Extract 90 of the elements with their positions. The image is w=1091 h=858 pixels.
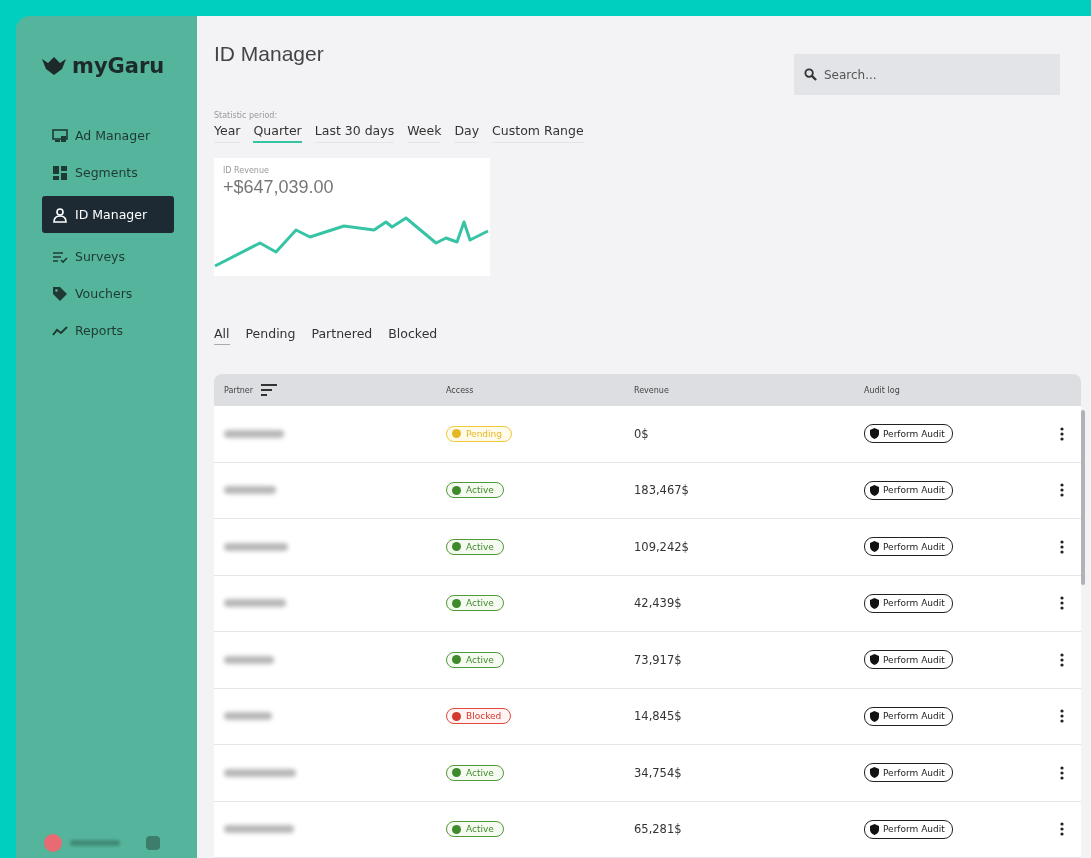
redacted-text (224, 486, 276, 495)
redacted-text (224, 825, 294, 834)
logo-icon (42, 57, 66, 75)
audit-button[interactable]: Perform Audit (864, 537, 953, 557)
more-icon[interactable] (1059, 709, 1064, 724)
period-tab[interactable]: Quarter (253, 123, 302, 143)
redacted-text (224, 712, 272, 721)
sort-icon[interactable] (261, 384, 278, 396)
more-icon[interactable] (1059, 426, 1064, 441)
period-tab[interactable]: Year (214, 123, 241, 143)
card-label: ID Revenue (223, 166, 270, 175)
status-badge: Active (446, 482, 504, 499)
monitor-icon (52, 127, 68, 144)
redacted-text (224, 655, 274, 664)
redacted-text (224, 768, 296, 777)
period-tab[interactable]: Day (454, 123, 480, 143)
redacted-text (224, 429, 284, 438)
status-icon (452, 824, 461, 834)
shield-icon (870, 541, 879, 553)
status-icon (452, 768, 461, 778)
column-header: Audit log (864, 385, 901, 395)
audit-button[interactable]: Perform Audit (864, 706, 953, 726)
status-badge: Active (446, 821, 504, 838)
sidebar-item[interactable]: Reports (42, 317, 174, 344)
scrollbar[interactable] (1081, 410, 1085, 585)
audit-button[interactable]: Perform Audit (864, 480, 953, 500)
period-tab[interactable]: Last 30 days (314, 123, 395, 143)
redacted-text (70, 840, 120, 846)
shield-icon (870, 597, 879, 609)
audit-button[interactable]: Perform Audit (864, 424, 953, 444)
more-icon[interactable] (1059, 596, 1064, 611)
status-badge: Active (446, 595, 504, 612)
user-icon (52, 206, 68, 223)
table-cell-text: 14,845$ (634, 709, 683, 724)
audit-button[interactable]: Perform Audit (864, 819, 953, 839)
status-badge: Blocked (446, 708, 512, 725)
more-icon[interactable] (1059, 539, 1064, 554)
period-tab[interactable]: Week (407, 123, 442, 143)
status-icon (452, 598, 461, 608)
shield-icon (870, 428, 879, 440)
grid-icon (52, 164, 68, 181)
table-cell-text: 34,754$ (634, 765, 683, 780)
more-icon[interactable] (1059, 652, 1064, 667)
period-label: Statistic period: (214, 111, 279, 120)
shield-icon (870, 767, 879, 779)
audit-button[interactable]: Perform Audit (864, 650, 953, 670)
table-cell-text: 109,242$ (634, 539, 690, 554)
sidebar-item[interactable]: ID Manager (42, 196, 174, 233)
column-header: Access (446, 385, 475, 395)
filter-tab[interactable]: Partnered (311, 326, 373, 345)
column-header: Revenue (634, 385, 670, 395)
shield-icon (870, 710, 879, 722)
status-icon (452, 485, 461, 495)
tag-icon (52, 285, 68, 302)
table-cell-text: 183,467$ (634, 483, 690, 498)
search-field[interactable]: Search... (794, 54, 1060, 95)
shield-icon (870, 654, 879, 666)
status-badge: Pending (446, 425, 512, 442)
redacted-text (224, 542, 288, 551)
period-tab[interactable]: Custom Range (492, 123, 584, 143)
audit-button[interactable]: Perform Audit (864, 593, 953, 613)
status-icon (452, 542, 461, 552)
sidebar-item[interactable]: Surveys (42, 243, 174, 270)
filter-tab[interactable]: Blocked (388, 326, 438, 345)
table-cell-text: 73,917$ (634, 652, 683, 667)
filter-tab[interactable]: All (214, 326, 230, 345)
status-icon (452, 655, 461, 665)
sidebar-item[interactable]: Vouchers (42, 280, 174, 307)
sidebar-item[interactable]: Ad Manager (42, 122, 174, 149)
table-cell-text: 42,439$ (634, 596, 683, 611)
status-badge: Active (446, 651, 504, 668)
filter-tab[interactable]: Pending (245, 326, 296, 345)
more-icon[interactable] (1059, 822, 1064, 837)
status-badge: Active (446, 764, 504, 781)
shield-icon (870, 823, 879, 835)
page-title: ID Manager (214, 42, 324, 66)
more-icon[interactable] (1059, 483, 1064, 498)
shield-icon (870, 484, 879, 496)
status-icon (452, 711, 461, 721)
redacted-text (224, 599, 286, 608)
status-icon (452, 429, 461, 439)
audit-button[interactable]: Perform Audit (864, 763, 953, 783)
brand-name: myGaru (72, 54, 165, 78)
status-badge: Active (446, 538, 504, 555)
table-cell-text: 65,281$ (634, 822, 683, 837)
table-cell-text: 0$ (634, 426, 650, 441)
sidebar-item[interactable]: Segments (42, 159, 174, 186)
more-icon[interactable] (1059, 765, 1064, 780)
revenue-value: +$647,039.00 (223, 177, 335, 198)
column-header: Partner (224, 385, 254, 395)
